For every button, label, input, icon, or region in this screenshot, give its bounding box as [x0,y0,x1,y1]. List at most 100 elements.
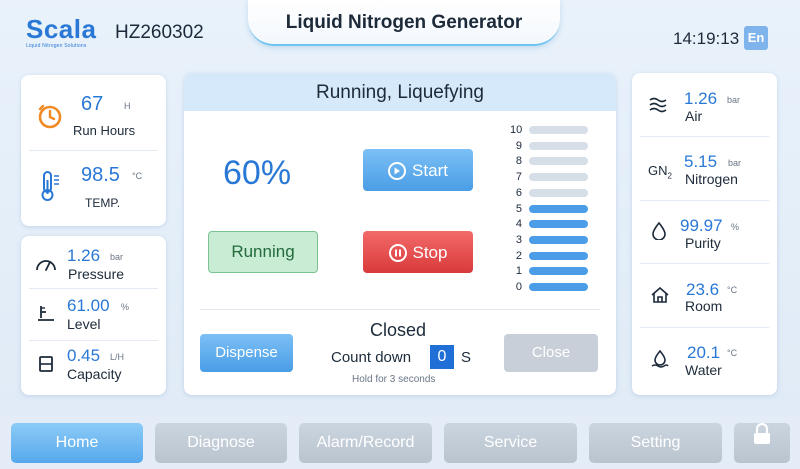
level-bar [529,220,588,229]
level-unit: % [121,302,130,312]
room-unit: °C [727,285,738,295]
gauge-icon [35,256,57,277]
purity-unit: % [731,222,740,232]
level-number: 10 [510,124,523,136]
level-label: Level [67,316,101,332]
level-bar [529,251,588,260]
close-button[interactable]: Close [504,334,598,372]
level-row: 10 [510,124,590,136]
level-number: 4 [515,218,522,231]
water-temp-icon [651,349,669,373]
runtime-card: 67 H Run Hours 98.5 °C TEMP. [21,75,166,226]
capacity-label: Capacity [67,366,122,382]
card-divider [29,288,158,289]
card-divider [640,263,769,264]
logo: Scala Liquid Nitrogen Solutions [26,14,96,49]
temp-value: 98.5 [81,164,120,186]
temp-unit: °C [132,171,143,181]
pressure-value: 1.26 [67,246,101,265]
card-divider [640,136,769,137]
lock-icon [752,421,772,461]
level-row: 2 [510,250,590,262]
level-number: 0 [515,281,522,293]
level-row: 5 [510,203,590,215]
level-row: 9 [510,140,590,152]
level-row: 3 [510,234,590,246]
countdown-unit: S [461,349,472,366]
play-icon [388,162,407,180]
dispense-button[interactable]: Dispense [200,334,293,372]
valve-state: Closed [370,320,427,340]
running-indicator: Running [208,231,318,273]
sensor-card: 1.26 bar Air GN2 5.15 bar Nitrogen 99.97… [632,73,777,395]
run-hours-unit: H [124,101,131,111]
nav-alarm-record[interactable]: Alarm/Record [299,423,432,463]
logo-text: Scala [26,14,97,44]
level-icon [37,304,55,327]
level-number: 8 [515,155,522,168]
thermometer-icon [39,170,61,207]
card-divider [640,327,769,328]
run-hours-value: 67 [81,93,104,115]
start-label: Start [412,161,448,180]
level-bar [529,283,588,291]
card-divider [29,340,158,341]
level-bar [529,157,588,166]
air-label: Air [685,108,703,124]
nitrogen-value: 5.15 [684,152,718,171]
purity-label: Purity [685,235,721,251]
water-label: Water [685,362,722,378]
pressure-label: Pressure [68,266,125,282]
purity-value: 99.97 [680,216,723,235]
nav-home[interactable]: Home [11,423,143,463]
status-title: Running, Liquefying [184,73,616,111]
air-value: 1.26 [684,89,718,108]
nitrogen-unit: bar [728,158,742,168]
room-label: Room [685,298,723,314]
level-bar [529,235,588,244]
level-bar [529,204,588,213]
drop-icon [652,221,666,245]
card-divider [640,200,769,201]
capacity-unit: L/H [110,352,125,362]
clock: 14:19:13 [673,29,740,48]
progress-percent: 60% [223,154,292,192]
level-number: 7 [515,171,522,184]
model-number: HZ260302 [115,22,204,43]
room-value: 23.6 [686,280,720,299]
wave-icon [649,97,667,118]
level-row: 7 [510,171,590,183]
stop-button[interactable]: Stop [363,231,473,273]
hold-hint: Hold for 3 seconds [352,374,436,385]
level-number: 2 [515,249,522,262]
water-value: 20.1 [687,343,721,362]
water-unit: °C [727,348,738,358]
clock-icon [37,103,63,134]
start-button[interactable]: Start [363,149,473,191]
run-hours-label: Run Hours [73,123,136,138]
level-number: 1 [515,265,522,278]
level-row: 1 [510,265,590,277]
level-row: 8 [510,155,590,167]
gn2-sub: 2 [667,171,672,181]
nav-setting[interactable]: Setting [589,423,722,463]
nitrogen-label: Nitrogen [685,171,738,187]
countdown-value: 0 [430,345,454,369]
nav-diagnose[interactable]: Diagnose [155,423,287,463]
card-divider [29,150,158,151]
level-number: 6 [515,186,522,199]
nav-service[interactable]: Service [444,423,577,463]
page-title: Liquid Nitrogen Generator [248,0,560,46]
level-bar [529,173,588,182]
level-bar [529,126,588,134]
level-bar [529,141,588,150]
lock-button[interactable] [734,421,790,463]
language-button[interactable]: En [744,26,768,50]
level-number: 3 [515,233,522,246]
pressure-unit: bar [110,252,124,262]
countdown-label: Count down [331,349,412,366]
level-value: 61.00 [67,296,110,315]
tank-card: 1.26 bar Pressure 61.00 % Level 0.45 L/H… [21,236,166,395]
logo-subtext: Liquid Nitrogen Solutions [26,43,87,49]
gn2-icon: GN2 [648,163,672,181]
